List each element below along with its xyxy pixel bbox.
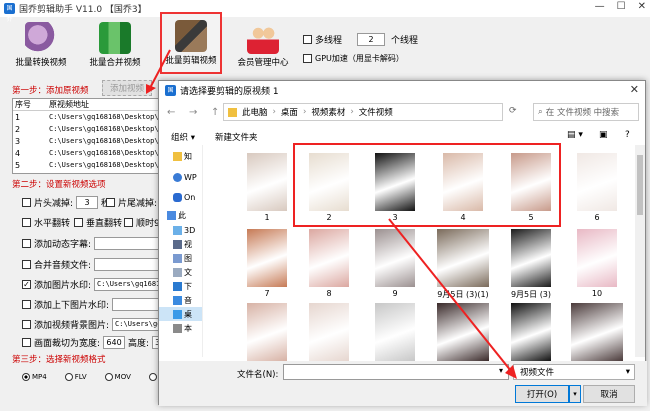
arrow-line-2 <box>388 218 512 372</box>
dialog-annotation-arrows <box>388 218 517 379</box>
file-dialog: 国乔 请选择要剪辑的原视频 1 ✕ ← → ↑ 此电脑 › 桌面 › 视频素材 › 文… <box>158 80 647 406</box>
